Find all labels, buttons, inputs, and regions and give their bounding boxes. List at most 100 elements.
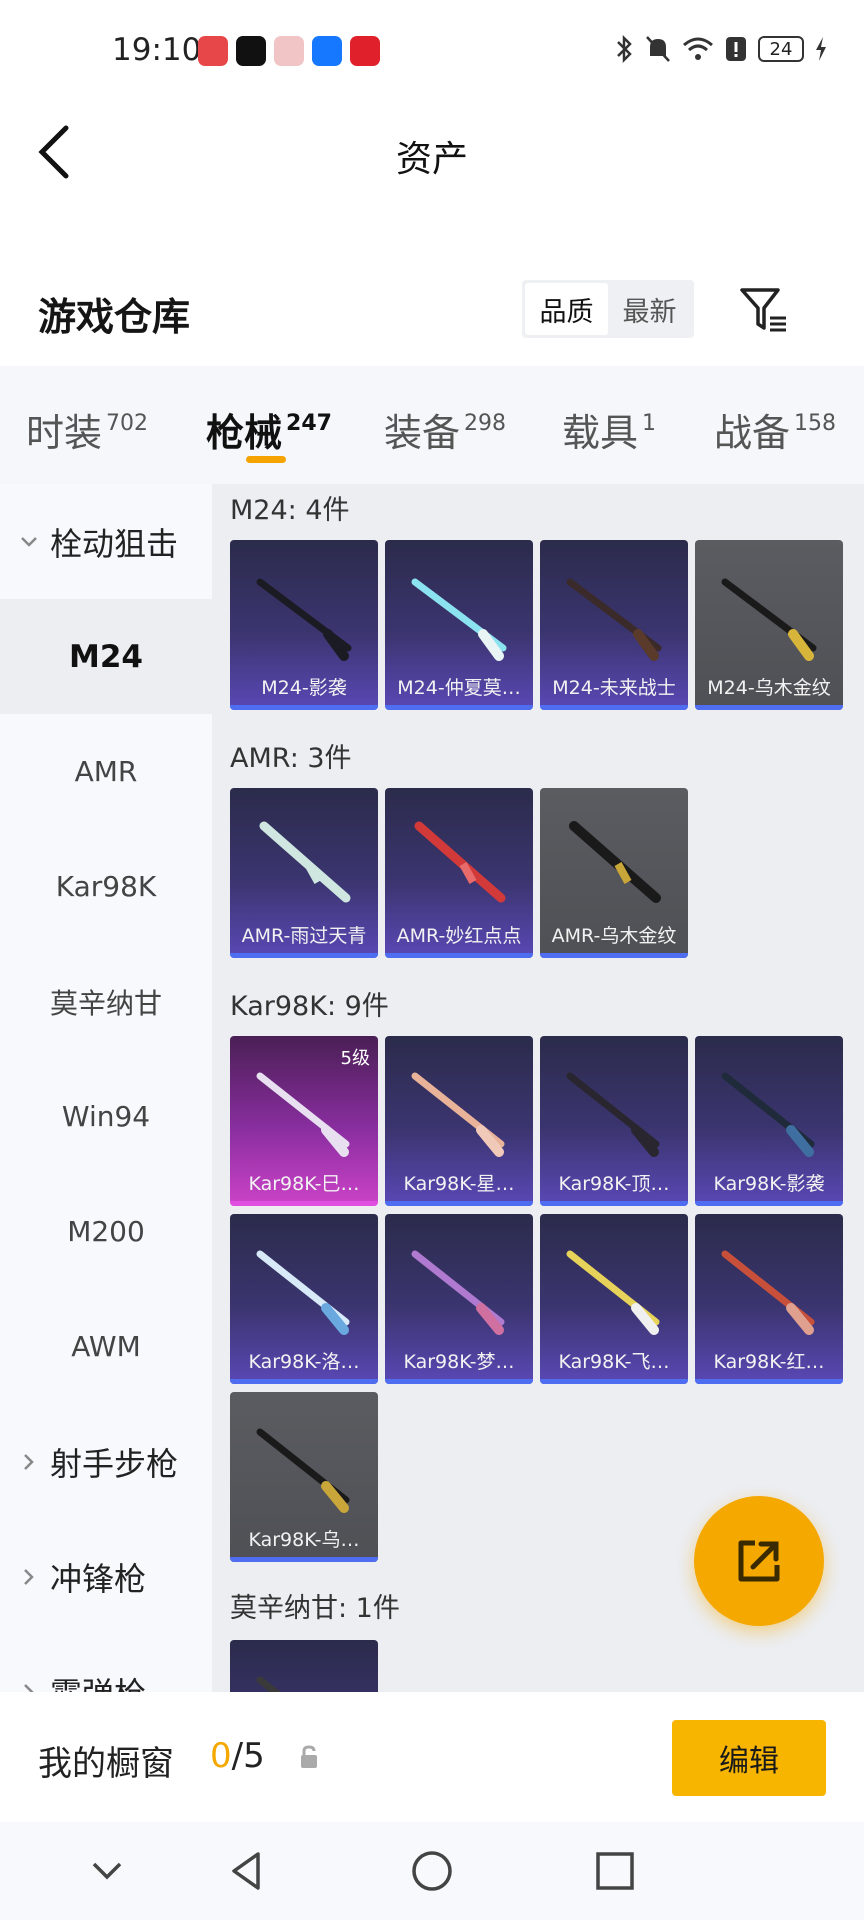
category-tabs: 时装 702 枪械 247 装备 298 载具 1 战备 158 [0, 366, 864, 484]
chevron-down-icon [21, 536, 37, 547]
showcase-bar: 我的橱窗 0/5 编辑 [0, 1692, 864, 1822]
side-item-m200[interactable]: M200 [0, 1174, 212, 1289]
category-bolt-action[interactable]: 栓动狙击 [0, 484, 212, 599]
tab-fashion[interactable]: 时装 702 [26, 402, 148, 457]
lock-icon [301, 1745, 317, 1768]
edit-button[interactable]: 编辑 [672, 1720, 826, 1796]
skin-card[interactable]: Kar98K-梦… [385, 1214, 533, 1384]
section-title-m24: M24: 4件 [230, 495, 350, 526]
weapon-type-menu: 栓动狙击 M24 AMR Kar98K 莫辛纳甘 Win94 M200 AWM … [0, 484, 212, 1692]
skin-card[interactable]: M24-未来战士 [540, 540, 688, 710]
rifle-icon [256, 578, 352, 661]
tab-supplies[interactable]: 战备 158 [714, 402, 836, 457]
tab-label: 时装 [26, 411, 103, 455]
skin-card[interactable]: Kar98K-红… [695, 1214, 843, 1384]
rifle-icon [721, 1250, 815, 1335]
tiktok-app-icon [236, 36, 266, 66]
chevron-right-icon [24, 1453, 34, 1470]
category-marksman[interactable]: 射手步枪 [0, 1404, 212, 1519]
rarity-bar [230, 1557, 378, 1562]
tab-count: 247 [286, 411, 332, 436]
alipay-app-icon [312, 36, 342, 66]
skin-card[interactable]: AMR-妙红点点 [385, 788, 533, 958]
chevron-down-icon[interactable] [82, 1846, 132, 1896]
share-button[interactable] [694, 1496, 824, 1626]
rarity-bar [695, 1201, 843, 1206]
rarity-bar [230, 1201, 378, 1206]
skin-name: AMR-妙红点点 [396, 925, 522, 947]
alert-icon [726, 37, 746, 61]
skin-card[interactable]: M24-乌木金纹 [695, 540, 843, 710]
nav-back-icon[interactable] [222, 1846, 272, 1896]
rarity-bar [540, 1379, 688, 1384]
side-item-amr[interactable]: AMR [0, 714, 212, 829]
tab-firearms[interactable]: 枪械 247 [206, 402, 332, 457]
status-time: 19:10 [112, 32, 202, 68]
filter-icon[interactable] [738, 284, 790, 336]
status-bar: 19:10 24 [0, 0, 864, 100]
side-item-kar98k[interactable]: Kar98K [0, 829, 212, 944]
skin-card[interactable]: 5级 Kar98K-巳… [230, 1036, 378, 1206]
skin-name: Kar98K-梦… [403, 1351, 515, 1373]
nav-home-icon[interactable] [407, 1846, 457, 1896]
bluetooth-icon [617, 34, 632, 64]
side-item-m24[interactable]: M24 [0, 599, 212, 714]
rarity-bar [540, 705, 688, 710]
wifi-icon [683, 37, 713, 60]
showcase-total: /5 [231, 1736, 265, 1776]
skin-card[interactable] [230, 1640, 378, 1692]
skin-card[interactable]: Kar98K-乌… [230, 1392, 378, 1562]
skin-name: AMR-乌木金纹 [551, 925, 677, 947]
sort-quality-button[interactable]: 品质 [525, 283, 608, 335]
skin-name: Kar98K-影袭 [713, 1173, 825, 1195]
charging-icon [816, 37, 826, 61]
skin-card[interactable]: AMR-雨过天青 [230, 788, 378, 958]
skin-name: Kar98K-巳… [248, 1173, 360, 1195]
skin-name: Kar98K-星… [403, 1173, 515, 1195]
huawei-app-icon [198, 36, 228, 66]
rifle-icon [721, 1072, 815, 1157]
rifle-icon [566, 1072, 660, 1157]
notification-icons [198, 36, 380, 66]
skin-card[interactable]: Kar98K-洛… [230, 1214, 378, 1384]
showcase-current: 0 [210, 1736, 232, 1776]
category-shotgun[interactable]: 霰弹枪 [0, 1634, 212, 1692]
side-item-win94[interactable]: Win94 [0, 1059, 212, 1174]
side-item-awm[interactable]: AWM [0, 1289, 212, 1404]
nav-recents-icon[interactable] [590, 1846, 640, 1896]
category-smg[interactable]: 冲锋枪 [0, 1519, 212, 1634]
skin-card[interactable]: Kar98K-飞… [540, 1214, 688, 1384]
warehouse-header: 游戏仓库 品质 最新 [0, 262, 864, 362]
rarity-bar [385, 705, 533, 710]
tab-count: 702 [106, 411, 149, 436]
chevron-right-icon [24, 1683, 34, 1692]
skin-card[interactable]: AMR-乌木金纹 [540, 788, 688, 958]
skin-name: AMR-雨过天青 [241, 925, 367, 947]
tab-vehicles[interactable]: 载具 1 [562, 402, 656, 457]
skin-card[interactable]: Kar98K-影袭 [695, 1036, 843, 1206]
rarity-bar [540, 953, 688, 958]
section-title-mosin: 莫辛纳甘: 1件 [230, 1593, 400, 1624]
tab-equipment[interactable]: 装备 298 [384, 402, 506, 457]
showcase-count: 0/5 [210, 1736, 265, 1776]
rifle-icon [256, 1676, 281, 1692]
skin-name: Kar98K-顶… [558, 1173, 670, 1195]
tab-count: 158 [794, 411, 837, 436]
rarity-bar [385, 953, 533, 958]
active-tab-indicator [246, 456, 286, 463]
red-app-icon [350, 36, 380, 66]
skin-card[interactable]: Kar98K-顶… [540, 1036, 688, 1206]
rarity-bar [540, 1201, 688, 1206]
rarity-bar [230, 953, 378, 958]
category-label: 霰弹枪 [50, 1669, 146, 1693]
skin-card[interactable]: M24-影袭 [230, 540, 378, 710]
share-icon [738, 1540, 780, 1582]
skin-card[interactable]: Kar98K-星… [385, 1036, 533, 1206]
rarity-bar [695, 705, 843, 710]
side-item-mosin[interactable]: 莫辛纳甘 [0, 944, 212, 1059]
sort-latest-button[interactable]: 最新 [608, 283, 691, 335]
rifle-icon [411, 1072, 505, 1157]
category-label: 栓动狙击 [50, 524, 179, 563]
skin-card[interactable]: M24-仲夏莫… [385, 540, 533, 710]
system-nav-bar [0, 1822, 864, 1920]
